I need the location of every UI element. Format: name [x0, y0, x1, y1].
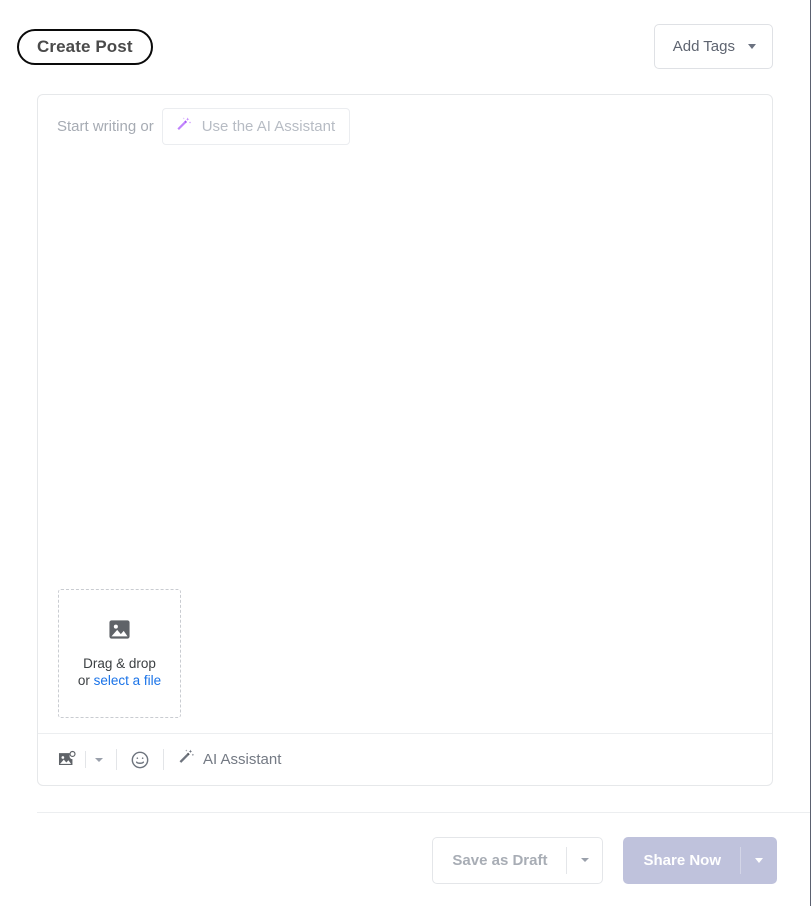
dialog-footer: Save as Draft Share Now [0, 833, 810, 887]
file-dropzone[interactable]: Drag & drop or select a file [58, 589, 181, 718]
ai-assistant-button[interactable]: AI Assistant [177, 748, 281, 771]
footer-divider [37, 812, 810, 813]
dropzone-or-text: or [77, 673, 94, 688]
share-now-chevron-down-icon[interactable] [741, 838, 776, 883]
page-title: Create Post [37, 37, 133, 56]
use-ai-assistant-button[interactable]: Use the AI Assistant [161, 108, 351, 145]
composer-placeholder-text: Start writing or [57, 118, 154, 135]
image-add-icon[interactable] [57, 750, 76, 769]
save-as-draft-label[interactable]: Save as Draft [433, 838, 566, 883]
magic-wand-icon [175, 116, 192, 138]
share-now-split-button[interactable]: Share Now [623, 836, 777, 884]
add-image-group [57, 750, 103, 769]
emoji-smiley-icon[interactable] [130, 750, 150, 770]
dialog-header: Create Post Add Tags [0, 0, 810, 94]
toolbar-divider [116, 749, 117, 770]
post-editor-card: Start writing or Use the AI Assistant Dr… [37, 94, 773, 786]
dropzone-text: Drag & drop or select a file [75, 655, 165, 689]
use-ai-assistant-label: Use the AI Assistant [201, 118, 336, 135]
ai-assistant-label: AI Assistant [203, 751, 282, 768]
magic-wand-icon [177, 748, 195, 771]
composer-text-area[interactable]: Start writing or Use the AI Assistant Dr… [38, 95, 772, 733]
add-tags-button[interactable]: Add Tags [653, 24, 773, 69]
image-icon [108, 618, 131, 646]
composer-toolbar: AI Assistant [38, 733, 772, 785]
chevron-down-icon [748, 44, 756, 49]
toolbar-divider [163, 749, 164, 770]
image-options-chevron-down-icon[interactable] [95, 757, 103, 762]
create-post-dialog: Create Post Add Tags Start writing or Us… [0, 0, 811, 906]
toolbar-divider [85, 751, 86, 768]
save-as-draft-split-button[interactable]: Save as Draft [432, 836, 604, 884]
page-title-focus-ring: Create Post [17, 29, 153, 65]
share-now-label[interactable]: Share Now [624, 838, 740, 883]
add-tags-label: Add Tags [672, 38, 735, 55]
select-a-file-link[interactable]: select a file [94, 673, 162, 688]
save-as-draft-chevron-down-icon[interactable] [567, 838, 602, 883]
composer-placeholder-row: Start writing or Use the AI Assistant [57, 108, 351, 145]
dropzone-line1: Drag & drop [83, 656, 156, 671]
